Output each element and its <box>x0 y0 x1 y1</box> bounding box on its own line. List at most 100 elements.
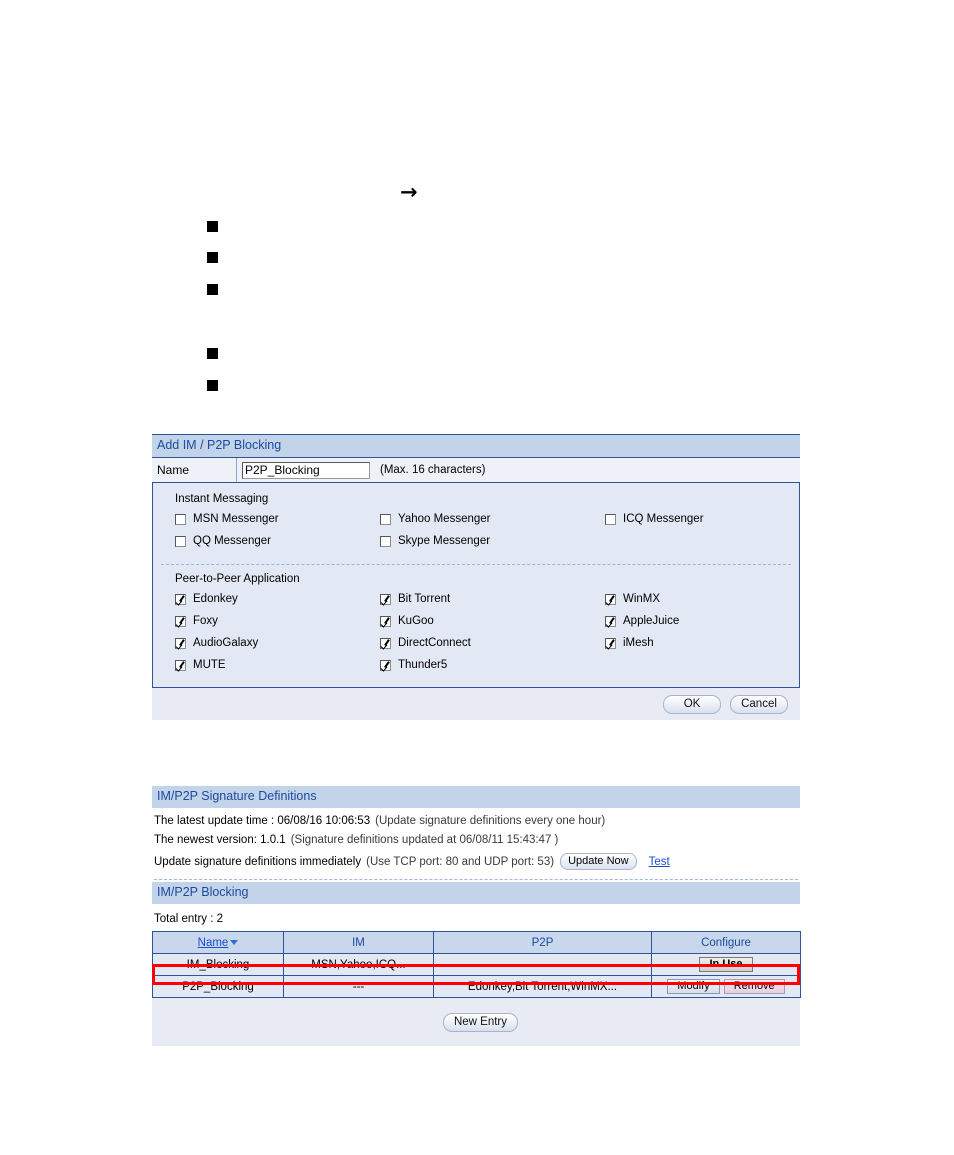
checkbox-imesh[interactable]: iMesh <box>605 637 654 649</box>
column-header-name[interactable]: Name <box>152 931 284 954</box>
checkbox-box-icon[interactable] <box>605 593 616 605</box>
column-header-im: IM <box>283 931 434 954</box>
cell-name: P2P_Blocking <box>152 975 284 998</box>
checkbox-kugoo[interactable]: KuGoo <box>380 615 434 627</box>
blocking-panel-title: IM/P2P Blocking <box>152 882 800 904</box>
newest-version-row: The newest version: 1.0.1 (Signature def… <box>152 831 800 850</box>
update-immediately-label: Update signature definitions immediately <box>154 855 362 868</box>
checkbox-winmx[interactable]: WinMX <box>605 593 660 605</box>
blocking-table: Name IM P2P Configure IM_Blocking MSN,Ya… <box>152 931 801 998</box>
peer-to-peer-group-title: Peer-to-Peer Application <box>175 573 300 585</box>
signature-panel-body: The latest update time : 06/08/16 10:06:… <box>152 808 800 882</box>
signature-definitions-panel: IM/P2P Signature Definitions The latest … <box>152 786 800 882</box>
checkbox-box-icon[interactable] <box>605 637 616 649</box>
column-header-configure: Configure <box>651 931 801 954</box>
square-bullet-icon <box>207 348 218 359</box>
square-bullet-icon <box>207 252 218 263</box>
test-link[interactable]: Test <box>649 856 670 868</box>
arrow-right-icon: → <box>400 180 418 204</box>
checkbox-label: Foxy <box>193 615 218 627</box>
cell-configure: In Use <box>651 953 801 976</box>
newest-version-note: (Signature definitions updated at 06/08/… <box>290 834 559 846</box>
cell-configure: Modify Remove <box>651 975 801 998</box>
checkbox-directconnect[interactable]: DirectConnect <box>380 637 471 649</box>
checkbox-msn-messenger[interactable]: MSN Messenger <box>175 513 279 525</box>
remove-button[interactable]: Remove <box>723 979 785 994</box>
checkbox-label: KuGoo <box>398 615 434 627</box>
checkbox-box-icon[interactable] <box>380 593 391 605</box>
modify-button[interactable]: Modify <box>667 979 720 994</box>
column-header-p2p: P2P <box>433 931 652 954</box>
square-bullet-icon <box>207 284 218 295</box>
ok-button[interactable]: OK <box>663 694 721 714</box>
checkbox-label: AudioGalaxy <box>193 637 259 649</box>
checkbox-label: MSN Messenger <box>193 513 279 525</box>
add-form-body: Instant Messaging MSN Messenger Yahoo Me… <box>152 483 800 688</box>
square-bullet-icon <box>207 221 218 232</box>
cell-name: IM_Blocking <box>152 953 284 976</box>
checkbox-edonkey[interactable]: Edonkey <box>175 593 238 605</box>
cell-im: MSN,Yahoo,ICQ... <box>283 953 434 976</box>
square-bullet-icon <box>207 380 218 391</box>
table-header-row: Name IM P2P Configure <box>152 931 801 954</box>
checkbox-box-icon[interactable] <box>380 637 391 649</box>
im-p2p-blocking-panel: IM/P2P Blocking Total entry : 2 Name IM … <box>152 882 801 1046</box>
signature-panel-divider <box>154 879 798 880</box>
checkbox-box-icon[interactable] <box>175 615 186 627</box>
checkbox-audiogalaxy[interactable]: AudioGalaxy <box>175 637 258 649</box>
update-immediately-note: (Use TCP port: 80 and UDP port: 53) <box>366 855 555 868</box>
checkbox-box-icon[interactable] <box>175 637 186 649</box>
cancel-button[interactable]: Cancel <box>730 694 788 714</box>
document-marker-area: → <box>0 0 954 420</box>
checkbox-box-icon[interactable] <box>605 615 616 627</box>
total-entry-label: Total entry : 2 <box>154 913 224 925</box>
checkbox-box-icon[interactable] <box>605 513 616 525</box>
name-input[interactable] <box>242 461 370 479</box>
checkbox-icq-messenger[interactable]: ICQ Messenger <box>605 513 704 525</box>
cell-im: --- <box>283 975 434 998</box>
checkbox-label: iMesh <box>623 637 654 649</box>
checkbox-label: Skype Messenger <box>398 535 491 547</box>
checkbox-bit-torrent[interactable]: Bit Torrent <box>380 593 450 605</box>
checkbox-yahoo-messenger[interactable]: Yahoo Messenger <box>380 513 490 525</box>
checkbox-label: ICQ Messenger <box>623 513 704 525</box>
checkbox-label: Edonkey <box>193 593 238 605</box>
instant-messaging-checkbox-grid: MSN Messenger Yahoo Messenger ICQ Messen… <box>153 513 799 557</box>
update-now-button[interactable]: Update Now <box>560 853 637 870</box>
in-use-button[interactable]: In Use <box>699 957 753 972</box>
add-form-title: Add IM / P2P Blocking <box>152 434 800 458</box>
checkbox-skype-messenger[interactable]: Skype Messenger <box>380 535 490 547</box>
name-hint: (Max. 16 characters) <box>380 464 486 476</box>
cell-p2p: Edonkey,Bit Torrent,WinMX... <box>433 975 652 998</box>
checkbox-label: WinMX <box>623 593 661 605</box>
cell-p2p: --- <box>433 953 652 976</box>
checkbox-label: MUTE <box>193 659 226 671</box>
checkbox-label: QQ Messenger <box>193 535 271 547</box>
checkbox-label: Thunder5 <box>398 659 448 671</box>
blocking-panel-body: Total entry : 2 Name IM P2P Configure IM… <box>152 904 801 998</box>
name-input-wrap: (Max. 16 characters) <box>237 461 486 479</box>
checkbox-label: Yahoo Messenger <box>398 513 491 525</box>
sort-descending-icon[interactable] <box>230 939 239 945</box>
checkbox-qq-messenger[interactable]: QQ Messenger <box>175 535 271 547</box>
table-row: IM_Blocking MSN,Yahoo,ICQ... --- In Use <box>152 953 801 976</box>
checkbox-box-icon[interactable] <box>175 513 186 525</box>
checkbox-box-icon[interactable] <box>380 513 391 525</box>
checkbox-thunder5[interactable]: Thunder5 <box>380 659 447 671</box>
new-entry-button[interactable]: New Entry <box>442 1012 519 1032</box>
checkbox-mute[interactable]: MUTE <box>175 659 226 671</box>
checkbox-foxy[interactable]: Foxy <box>175 615 218 627</box>
checkbox-box-icon[interactable] <box>175 593 186 605</box>
checkbox-box-icon[interactable] <box>175 535 186 547</box>
latest-update-note: (Update signature definitions every one … <box>375 815 606 827</box>
blocking-panel-footer: New Entry <box>152 998 800 1046</box>
column-header-name-link[interactable]: Name <box>198 937 229 949</box>
checkbox-applejuice[interactable]: AppleJuice <box>605 615 679 627</box>
checkbox-box-icon[interactable] <box>380 615 391 627</box>
checkbox-box-icon[interactable] <box>380 659 391 671</box>
checkbox-label: DirectConnect <box>398 637 471 649</box>
checkbox-box-icon[interactable] <box>175 659 186 671</box>
checkbox-box-icon[interactable] <box>380 535 391 547</box>
section-divider <box>161 564 791 565</box>
add-form-footer: OK Cancel <box>152 688 800 720</box>
